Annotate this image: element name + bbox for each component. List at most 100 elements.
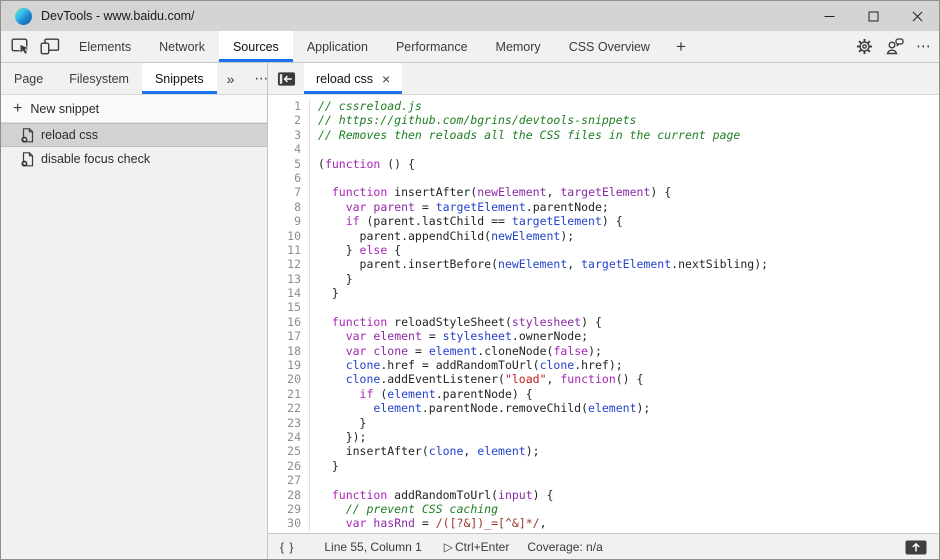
tab-memory[interactable]: Memory [482,31,555,62]
more-options-button[interactable]: ⋯ [909,31,939,62]
code-line[interactable]: 16 function reloadStyleSheet(stylesheet)… [268,315,939,329]
code-line-content[interactable]: element.parentNode.removeChild(element); [310,401,650,415]
close-tab-icon[interactable]: × [382,72,390,86]
code-line[interactable]: 14 } [268,286,939,300]
pretty-print-button[interactable]: { } [268,540,306,554]
code-line[interactable]: 12 parent.insertBefore(newElement, targe… [268,257,939,271]
code-line-content[interactable]: clone.addEventListener("load", function(… [310,372,643,386]
code-line-content[interactable]: var element = stylesheet.ownerNode; [310,329,588,343]
line-number[interactable]: 9 [268,214,310,228]
close-button[interactable] [895,1,939,31]
code-line-content[interactable]: var hasRnd = /([?&])_=[^&]*/, [310,516,547,530]
tab-application[interactable]: Application [293,31,382,62]
line-number[interactable]: 26 [268,459,310,473]
code-line[interactable]: 22 element.parentNode.removeChild(elemen… [268,401,939,415]
code-line[interactable]: 28 function addRandomToUrl(input) { [268,488,939,502]
code-line-content[interactable]: // prevent CSS caching [310,502,498,516]
code-line-content[interactable]: } [310,286,339,300]
line-number[interactable]: 7 [268,185,310,199]
line-number[interactable]: 19 [268,358,310,372]
line-number[interactable]: 27 [268,473,310,487]
line-number[interactable]: 29 [268,502,310,516]
line-number[interactable]: 2 [268,113,310,127]
code-line[interactable]: 27 [268,473,939,487]
line-number[interactable]: 13 [268,272,310,286]
tab-css-overview[interactable]: CSS Overview [555,31,664,62]
code-line[interactable]: 30 var hasRnd = /([?&])_=[^&]*/, [268,516,939,530]
code-line[interactable]: 18 var clone = element.cloneNode(false); [268,344,939,358]
more-tabs-button[interactable]: + [664,31,698,62]
tab-elements[interactable]: Elements [65,31,145,62]
code-line-content[interactable]: function insertAfter(newElement, targetE… [310,185,671,199]
snippet-item-disable-focus-check[interactable]: disable focus check [1,147,267,171]
code-line-content[interactable]: parent.insertBefore(newElement, targetEl… [310,257,768,271]
line-number[interactable]: 15 [268,300,310,314]
overflow-tabs-button[interactable]: » [217,63,245,94]
code-line[interactable]: 20 clone.addEventListener("load", functi… [268,372,939,386]
editor-tab-reload-css[interactable]: reload css × [304,63,402,94]
code-line-content[interactable]: insertAfter(clone, element); [310,444,540,458]
inspect-element-button[interactable] [5,31,35,62]
code-line[interactable]: 19 clone.href = addRandomToUrl(clone.hre… [268,358,939,372]
tab-snippets[interactable]: Snippets [142,63,217,94]
line-number[interactable]: 14 [268,286,310,300]
line-number[interactable]: 30 [268,516,310,530]
tab-sources[interactable]: Sources [219,31,293,62]
code-line-content[interactable] [310,142,318,156]
line-number[interactable]: 12 [268,257,310,271]
tab-network[interactable]: Network [145,31,219,62]
code-line-content[interactable] [310,473,318,487]
line-number[interactable]: 4 [268,142,310,156]
code-line-content[interactable] [310,300,318,314]
code-line-content[interactable]: function addRandomToUrl(input) { [310,488,553,502]
code-line-content[interactable]: parent.appendChild(newElement); [310,229,574,243]
code-line[interactable]: 8 var parent = targetElement.parentNode; [268,200,939,214]
code-line[interactable]: 1// cssreload.js [268,99,939,113]
code-line-content[interactable]: var clone = element.cloneNode(false); [310,344,602,358]
code-line[interactable]: 9 if (parent.lastChild == targetElement)… [268,214,939,228]
code-line-content[interactable]: // Removes then reloads all the CSS file… [310,128,740,142]
code-line-content[interactable]: }); [310,430,366,444]
settings-button[interactable] [849,31,879,62]
line-number[interactable]: 24 [268,430,310,444]
send-feedback-button[interactable] [905,540,927,555]
maximize-button[interactable] [851,1,895,31]
minimize-button[interactable] [807,1,851,31]
line-number[interactable]: 16 [268,315,310,329]
code-line-content[interactable]: clone.href = addRandomToUrl(clone.href); [310,358,623,372]
code-line-content[interactable]: if (parent.lastChild == targetElement) { [310,214,623,228]
code-line-content[interactable]: (function () { [310,157,415,171]
line-number[interactable]: 22 [268,401,310,415]
tab-filesystem[interactable]: Filesystem [56,63,142,94]
line-number[interactable]: 8 [268,200,310,214]
code-line[interactable]: 15 [268,300,939,314]
line-number[interactable]: 17 [268,329,310,343]
code-line[interactable]: 26 } [268,459,939,473]
code-line[interactable]: 24 }); [268,430,939,444]
code-line[interactable]: 5(function () { [268,157,939,171]
code-line-content[interactable]: // cssreload.js [310,99,422,113]
code-line-content[interactable]: var parent = targetElement.parentNode; [310,200,609,214]
code-line[interactable]: 13 } [268,272,939,286]
line-number[interactable]: 25 [268,444,310,458]
new-snippet-button[interactable]: + New snippet [1,95,267,123]
line-number[interactable]: 11 [268,243,310,257]
line-number[interactable]: 5 [268,157,310,171]
line-number[interactable]: 1 [268,99,310,113]
code-line-content[interactable]: } [310,416,366,430]
feedback-button[interactable] [879,31,909,62]
line-number[interactable]: 23 [268,416,310,430]
code-line-content[interactable]: } [310,272,353,286]
snippet-item-reload-css[interactable]: reload css [1,123,267,147]
code-line[interactable]: 17 var element = stylesheet.ownerNode; [268,329,939,343]
code-line[interactable]: 2// https://github.com/bgrins/devtools-s… [268,113,939,127]
code-line[interactable]: 3// Removes then reloads all the CSS fil… [268,128,939,142]
code-line[interactable]: 21 if (element.parentNode) { [268,387,939,401]
code-line-content[interactable]: function reloadStyleSheet(stylesheet) { [310,315,602,329]
code-line[interactable]: 10 parent.appendChild(newElement); [268,229,939,243]
code-line[interactable]: 29 // prevent CSS caching [268,502,939,516]
code-area[interactable]: 1// cssreload.js2// https://github.com/b… [268,95,939,533]
code-line[interactable]: 23 } [268,416,939,430]
line-number[interactable]: 3 [268,128,310,142]
code-line[interactable]: 6 [268,171,939,185]
